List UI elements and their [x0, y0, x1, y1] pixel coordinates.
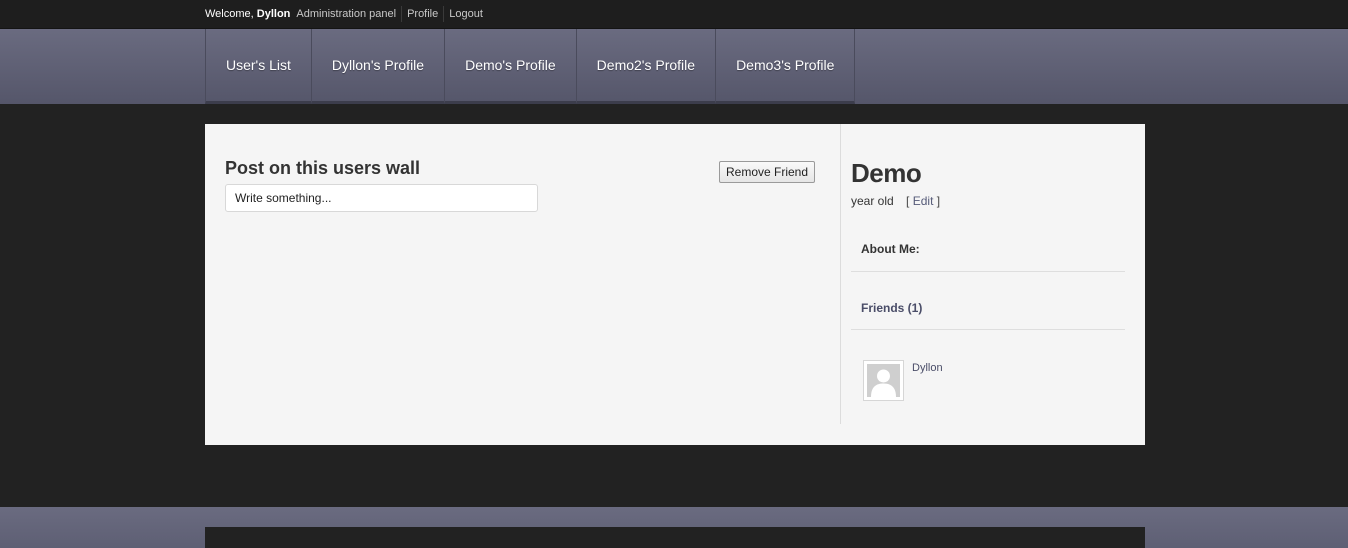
logout-link[interactable]: Logout — [443, 6, 488, 22]
main-nav: User's List Dyllon's Profile Demo's Prof… — [205, 29, 856, 104]
wall-post-input[interactable] — [225, 184, 538, 212]
remove-friend-button[interactable]: Remove Friend — [719, 161, 816, 183]
nav-tab-demo-profile[interactable]: Demo's Profile — [444, 29, 576, 104]
friend-name-link[interactable]: Dyllon — [912, 362, 943, 374]
age-text: year old — [851, 194, 894, 208]
about-me-label: About Me: — [861, 242, 920, 256]
wall-section: Post on this users wall Remove Friend — [205, 124, 841, 424]
nav-tab-users-list[interactable]: User's List — [205, 29, 311, 104]
friend-avatar[interactable] — [863, 360, 904, 401]
main-panel: Post on this users wall Remove Friend De… — [205, 124, 1145, 445]
default-user-avatar-icon — [867, 364, 900, 397]
top-bar: Welcome, Dyllon Administration panel Pro… — [0, 0, 1348, 29]
profile-name: Demo — [851, 158, 922, 188]
footer-content — [205, 527, 1145, 548]
profile-sidebar: Demo year old [ Edit ] About Me: Friends… — [851, 124, 1125, 424]
edit-profile-link[interactable]: Edit — [913, 194, 934, 208]
friend-item: Dyllon — [863, 360, 943, 401]
nav-tab-dyllon-profile[interactable]: Dyllon's Profile — [310, 29, 445, 104]
top-bar-content: Welcome, Dyllon Administration panel Pro… — [205, 0, 488, 28]
welcome-text: Welcome, Dyllon — [205, 8, 290, 20]
edit-close-bracket: ] — [936, 194, 941, 208]
about-me-section: About Me: — [851, 236, 1125, 272]
friends-label[interactable]: Friends (1) — [861, 301, 922, 315]
footer-band — [0, 507, 1348, 548]
welcome-username: Dyllon — [256, 8, 291, 20]
admin-panel-link[interactable]: Administration panel — [296, 6, 401, 22]
profile-link[interactable]: Profile — [401, 6, 443, 22]
nav-tab-demo3-profile[interactable]: Demo3's Profile — [715, 29, 856, 104]
friends-section: Friends (1) — [851, 294, 1125, 330]
profile-age: year old [ Edit ] — [851, 194, 940, 208]
nav-band: User's List Dyllon's Profile Demo's Prof… — [0, 29, 1348, 104]
edit-open-bracket: [ — [906, 194, 910, 208]
edit-wrapper: [ Edit ] — [906, 194, 940, 208]
wall-title: Post on this users wall — [225, 158, 421, 178]
welcome-prefix: Welcome, — [205, 8, 254, 20]
nav-tab-demo2-profile[interactable]: Demo2's Profile — [575, 29, 716, 104]
